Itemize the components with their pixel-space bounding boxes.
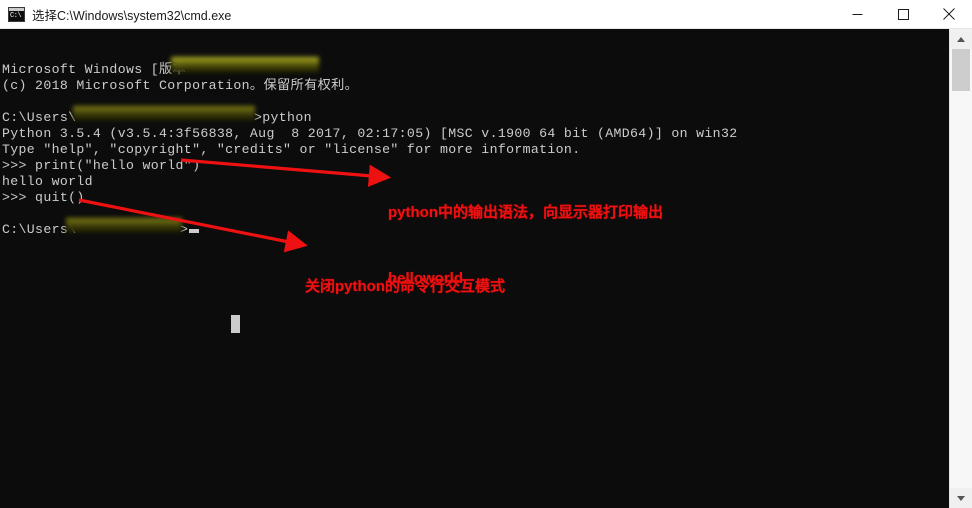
- cmd-icon: C:\: [8, 6, 25, 22]
- console-line: Type "help", "copyright", "credits" or "…: [2, 142, 581, 157]
- window-title: 选择C:\Windows\system32\cmd.exe: [32, 8, 232, 23]
- window-controls: [834, 0, 972, 29]
- scroll-down-arrow[interactable]: [950, 488, 972, 508]
- cmd-window: C:\ 选择C:\Windows\system32\cmd.exe Micros…: [0, 0, 972, 508]
- console-line-prompt: C:\Users\: [2, 110, 77, 125]
- console-line: >>> print("hello world"): [2, 158, 201, 173]
- vertical-scrollbar[interactable]: [949, 29, 972, 508]
- prompt-cursor: [189, 229, 199, 233]
- annotation-quit-python-line1: 关闭python的命令行交互模式: [305, 278, 505, 295]
- scroll-down-arrow-icon: [957, 495, 965, 501]
- windows-version-redaction: [171, 57, 319, 73]
- maximize-button[interactable]: [880, 0, 926, 29]
- console-text-area[interactable]: Microsoft Windows [版本 (c) 2018 Microsoft…: [0, 29, 949, 508]
- console-line: hello world: [2, 174, 93, 189]
- title-bar-left: C:\ 选择C:\Windows\system32\cmd.exe: [0, 5, 834, 24]
- text-cursor-block: [231, 315, 240, 333]
- scroll-up-arrow-icon: [957, 36, 965, 42]
- console-surface[interactable]: Microsoft Windows [版本 (c) 2018 Microsoft…: [0, 29, 949, 508]
- title-bar[interactable]: C:\ 选择C:\Windows\system32\cmd.exe: [0, 0, 972, 29]
- console-line-command: >python: [254, 110, 312, 125]
- minimize-button[interactable]: [834, 0, 880, 29]
- annotation-quit-python: 关闭python的命令行交互模式: [305, 232, 505, 342]
- scrollbar-track[interactable]: [950, 49, 972, 488]
- console-line: Microsoft Windows [版本: [2, 62, 187, 77]
- close-button[interactable]: [926, 0, 972, 29]
- username-redaction-2: [66, 218, 182, 233]
- scroll-up-arrow[interactable]: [950, 29, 972, 49]
- console-line: Python 3.5.4 (v3.5.4:3f56838, Aug 8 2017…: [2, 126, 738, 141]
- username-redaction-1: [73, 106, 255, 121]
- cmd-icon-glyph: C:\: [10, 11, 22, 20]
- console-line: >>> quit(): [2, 190, 85, 205]
- arrow-to-print-annotation: [180, 158, 392, 187]
- scroll-thumb[interactable]: [952, 49, 970, 91]
- console-line: (c) 2018 Microsoft Corporation。保留所有权利。: [2, 78, 359, 93]
- annotation-print-syntax-line1: python中的输出语法，向显示器打印输出: [388, 204, 663, 221]
